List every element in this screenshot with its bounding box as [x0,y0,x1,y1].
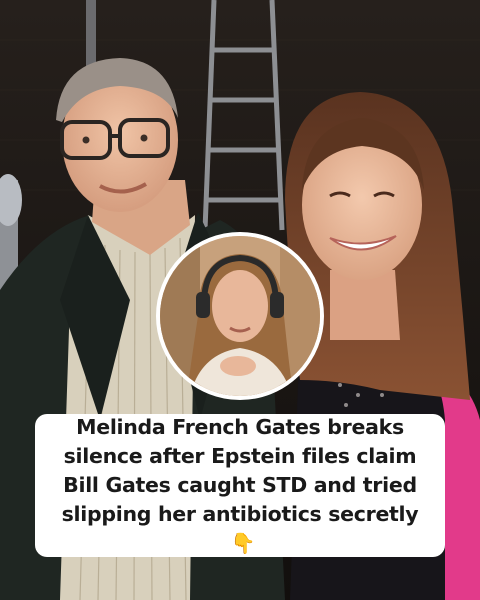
headline-line-1: Melinda French Gates breaks [76,415,404,439]
pointing-down-icon: 👇 [230,531,256,555]
headline: Melinda French Gates breaks silence afte… [62,413,419,558]
headline-line-4-text: slipping her antibiotics secretly [61,502,419,526]
inset-photo-image [160,236,320,396]
inset-photo [156,232,324,400]
headline-line-2: silence after Epstein files claim [63,444,417,468]
headline-line-3: Bill Gates caught STD and tried [63,473,417,497]
headline-line-4: slipping her antibiotics secretly 👇 [62,500,419,558]
social-post: Melinda French Gates breaks silence afte… [0,0,480,600]
caption-card: Melinda French Gates breaks silence afte… [35,414,445,557]
